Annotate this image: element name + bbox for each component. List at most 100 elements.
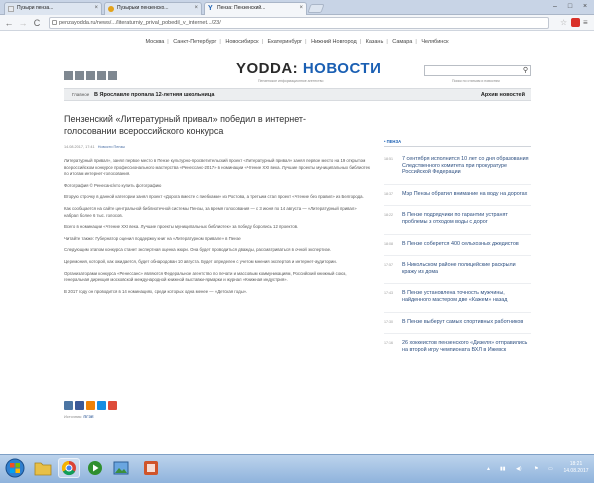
menu-icon[interactable]: ≡ bbox=[583, 18, 588, 27]
section-tile[interactable] bbox=[75, 71, 84, 80]
news-time: 17:43 bbox=[384, 291, 393, 296]
web-page: Москва | Санкт-Петербург | Новосибирск | Ек… bbox=[0, 31, 594, 454]
forward-icon[interactable]: → bbox=[18, 17, 28, 29]
tray-expand-icon[interactable]: ▲ bbox=[486, 466, 491, 472]
news-time: 17:16 bbox=[384, 341, 393, 346]
sidebar-news-item[interactable]: 17:16 26 хоккеистов пензенского «Дизеля»… bbox=[384, 333, 531, 353]
news-title[interactable]: В Пензе соберется 400 сельхозных джедист… bbox=[402, 241, 531, 248]
address-bar[interactable]: penzayodda.ru/news/.../literaturniy_priv… bbox=[49, 17, 549, 29]
news-sidebar: • ПЕНЗА 18:51 7 сентября исполнится 10 л… bbox=[384, 139, 531, 361]
news-title[interactable]: В Пензе подрядчики по гарантии устранят … bbox=[402, 212, 531, 225]
sidebar-news-item[interactable]: 18:22 В Пензе подрядчики по гарантии уст… bbox=[384, 205, 531, 225]
ticker-label: Главное bbox=[72, 92, 90, 97]
close-icon[interactable]: × bbox=[299, 3, 303, 14]
windows-taskbar: ▲ ▮▮ ◀) ⚑ ▭ 18:21 14.08.2017 bbox=[0, 454, 594, 483]
city-link[interactable]: Москва bbox=[146, 39, 165, 45]
sidebar-news-item[interactable]: 17:30 В Пензе выберут самых спортивных р… bbox=[384, 311, 531, 326]
volume-icon[interactable]: ◀) bbox=[516, 466, 522, 472]
new-tab-button[interactable] bbox=[307, 4, 325, 13]
article-byline: 14.08.2017, 17:41 Новости Пензы bbox=[64, 145, 125, 149]
battery-icon[interactable]: ▭ bbox=[548, 466, 553, 472]
city-link[interactable]: Казань bbox=[366, 39, 384, 45]
sidebar-news-item[interactable]: 18:51 7 сентября исполнится 10 лет со дн… bbox=[384, 156, 531, 176]
sidebar-news-item[interactable]: 18:08 В Пензе соберется 400 сельхозных д… bbox=[384, 233, 531, 248]
search-icon[interactable]: ⚲ bbox=[523, 66, 528, 76]
minimize-icon[interactable]: – bbox=[548, 2, 562, 12]
news-time: 18:22 bbox=[384, 213, 393, 218]
site-logo[interactable]: YODDA: НОВОСТИ bbox=[236, 60, 381, 77]
url-text: penzayodda.ru/news/.../literaturniy_priv… bbox=[59, 20, 221, 26]
folder-icon bbox=[34, 462, 52, 476]
news-archive-link[interactable]: Архив новостей bbox=[481, 89, 525, 101]
city-link[interactable]: Екатеринбург bbox=[268, 39, 303, 45]
odnoklassniki-share-icon[interactable] bbox=[86, 401, 95, 410]
news-title[interactable]: 7 сентября исполнится 10 лет со дня обра… bbox=[402, 156, 531, 176]
back-icon[interactable]: ← bbox=[4, 17, 14, 29]
start-button[interactable] bbox=[4, 458, 26, 478]
browser-toolbar: ← → C penzayodda.ru/news/.../literaturni… bbox=[0, 15, 594, 31]
googleplus-share-icon[interactable] bbox=[108, 401, 117, 410]
article-paragraph: Литературный привал», занял первое место… bbox=[64, 158, 370, 177]
close-icon[interactable]: × bbox=[194, 3, 198, 14]
news-time: 18:51 bbox=[384, 157, 393, 161]
image-icon bbox=[113, 461, 129, 475]
explorer-icon[interactable] bbox=[32, 458, 54, 478]
source-link[interactable]: ПГЗЕ bbox=[83, 414, 93, 419]
city-link[interactable]: Нижний Новгород bbox=[311, 39, 357, 45]
maximize-icon[interactable]: □ bbox=[563, 2, 577, 12]
taskbar-clock[interactable]: 18:21 14.08.2017 bbox=[563, 461, 589, 475]
city-link[interactable]: Челябинск bbox=[421, 39, 448, 45]
news-title[interactable]: В Пензе установлена точность мужчины, на… bbox=[402, 290, 531, 303]
mailru-share-icon[interactable] bbox=[97, 401, 106, 410]
city-link[interactable]: Новосибирск bbox=[225, 39, 258, 45]
search-input[interactable]: ⚲ bbox=[424, 65, 531, 76]
browser-tab[interactable]: Пузырьки пензенско... × bbox=[104, 2, 202, 15]
news-time: 17:30 bbox=[384, 319, 393, 324]
vk-share-icon[interactable] bbox=[64, 401, 73, 410]
page-info-icon[interactable] bbox=[52, 20, 57, 25]
close-icon[interactable]: × bbox=[94, 3, 98, 14]
paint-icon[interactable] bbox=[110, 458, 132, 478]
chrome-icon bbox=[61, 460, 76, 476]
article-author[interactable]: Новости Пензы bbox=[98, 145, 125, 149]
news-title[interactable]: В Никольском районе полицейские раскрыли… bbox=[402, 262, 531, 275]
bookmark-star-icon[interactable]: ☆ bbox=[560, 18, 567, 27]
windows-logo-icon bbox=[5, 458, 25, 478]
tab-title: Пузыри пенза... bbox=[17, 5, 54, 11]
section-tile[interactable] bbox=[108, 71, 117, 80]
sidebar-news-item[interactable]: 17:43 В Пензе установлена точность мужчи… bbox=[384, 283, 531, 303]
section-tile[interactable] bbox=[97, 71, 106, 80]
extension-icon[interactable] bbox=[571, 18, 580, 27]
source-label: Источник: bbox=[64, 414, 83, 419]
browser-tab[interactable]: Пузыри пенза... × bbox=[4, 2, 102, 15]
media-player-icon[interactable] bbox=[84, 458, 106, 478]
play-icon bbox=[88, 461, 102, 475]
flag-icon[interactable]: ⚑ bbox=[534, 466, 538, 472]
city-link[interactable]: Самара bbox=[392, 39, 412, 45]
app-taskbar-icon[interactable] bbox=[140, 458, 162, 478]
news-title[interactable]: 26 хоккеистов пензенского «Дизеля» отпра… bbox=[402, 340, 531, 353]
section-tile[interactable] bbox=[86, 71, 95, 80]
article-date: 14.08.2017, 17:41 bbox=[64, 145, 95, 149]
sidebar-news-item[interactable]: 18:37 Мэр Пензы обратил внимание на воду… bbox=[384, 183, 531, 198]
news-title[interactable]: В Пензе выберут самых спортивных работни… bbox=[402, 319, 531, 326]
facebook-share-icon[interactable] bbox=[75, 401, 84, 410]
browser-tab-active[interactable]: Y Пенза: Пензенский... × bbox=[204, 2, 307, 15]
network-icon[interactable]: ▮▮ bbox=[500, 466, 506, 472]
chrome-taskbar-icon[interactable] bbox=[58, 458, 80, 478]
news-title[interactable]: Мэр Пензы обратил внимание на воду на до… bbox=[402, 191, 531, 198]
close-window-icon[interactable]: × bbox=[578, 2, 592, 12]
share-buttons bbox=[64, 397, 119, 415]
sidebar-news-item[interactable]: 17:57 В Никольском районе полицейские ра… bbox=[384, 255, 531, 275]
article-paragraph: Церемония, которой, как ожидается, будет… bbox=[64, 258, 337, 264]
read-also-link[interactable]: Читайте также: Губернатор оценил поддерж… bbox=[64, 236, 370, 243]
tab-title: Пузырьки пензенско... bbox=[117, 5, 169, 11]
news-ticker: Главное В Ярославле пропала 12-летняя шк… bbox=[64, 88, 531, 101]
reload-icon[interactable]: C bbox=[32, 17, 42, 29]
city-link[interactable]: Санкт-Петербург bbox=[173, 39, 216, 45]
article-title: Пензенский «Литературный привал» победил… bbox=[64, 114, 307, 136]
section-tile[interactable] bbox=[64, 71, 73, 80]
app-icon bbox=[144, 461, 158, 475]
article-paragraph: Организаторами конкурса «Ренессанс» явля… bbox=[64, 270, 347, 283]
ticker-headline[interactable]: В Ярославле пропала 12-летняя школьница bbox=[94, 89, 214, 101]
